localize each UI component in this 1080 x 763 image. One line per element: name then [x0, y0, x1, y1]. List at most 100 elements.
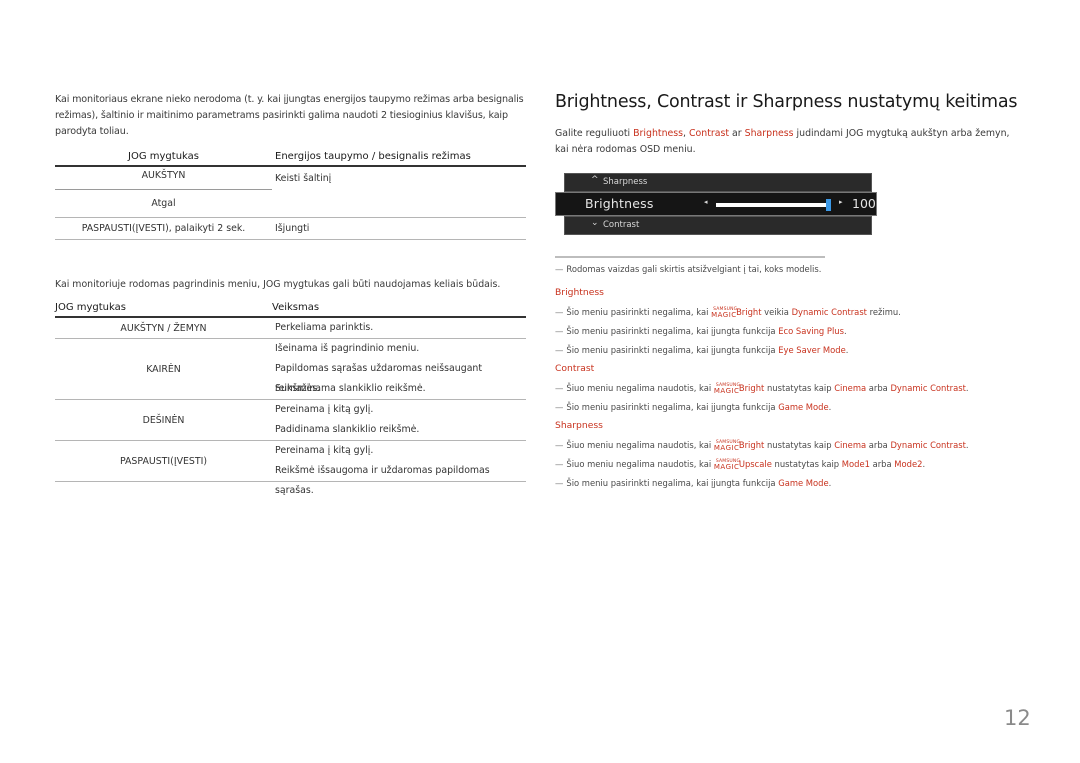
brand-feature: Upscale	[738, 459, 772, 469]
table-row: Atgal	[55, 190, 526, 218]
highlight: Cinema	[834, 383, 867, 393]
action-line: Padidinama slankiklio reikšmė.	[275, 424, 420, 435]
note-dash: —	[555, 345, 564, 355]
divider	[555, 256, 825, 258]
jog-button-cell: Atgal	[151, 198, 176, 209]
jog-button-cell: PASPAUSTI(ĮVESTI)	[119, 455, 208, 467]
item-text: Šio meniu pasirinkti negalima, kai įjung…	[566, 345, 779, 355]
action-cell: Perkeliama parinktis.	[272, 318, 526, 338]
highlight: Game Mode	[778, 402, 829, 412]
item-text: nustatytas kaip	[771, 459, 842, 469]
restriction-item: — Šio meniu pasirinkti negalima, kai įjun…	[555, 324, 1025, 343]
right-column: Brightness, Contrast ir Sharpness nustat…	[555, 92, 1025, 488]
osd-current-item[interactable]: Brightness ◂ ▸ 100	[555, 192, 877, 216]
arrow-right-icon[interactable]: ▸	[839, 198, 843, 206]
highlight: Dynamic Contrast	[791, 307, 867, 317]
osd-next-item[interactable]: ⌄ Contrast	[564, 216, 872, 235]
sharpness-section-title: Sharpness	[555, 420, 603, 431]
brightness-section-title: Brightness	[555, 287, 604, 298]
contrast-highlight: Contrast	[689, 128, 730, 139]
action-line: Papildomas sąrašas uždaromas neišsaugant…	[275, 363, 483, 394]
item-text: nustatytas kaip	[764, 383, 835, 393]
jog-button-cell: AUKŠTYN / ŽEMYN	[120, 322, 207, 334]
arrow-left-icon[interactable]: ◂	[704, 198, 708, 206]
item-text: Šio meniu pasirinkti negalima, kai įjung…	[566, 478, 779, 488]
header-jog-button: JOG mygtukas	[128, 151, 199, 162]
brightness-slider[interactable]	[716, 199, 831, 211]
note-dash: —	[555, 326, 564, 336]
table-row: AUKŠTYN / ŽEMYN Perkeliama parinktis.	[55, 318, 526, 339]
slider-knob[interactable]	[826, 199, 831, 211]
model-note: — Rodomas vaizdas gali skirtis atsižvelgi…	[555, 264, 821, 274]
action-line: Pereinama į kitą gylį.	[275, 404, 374, 415]
magic-wordmark: MAGIC	[713, 463, 740, 471]
action-cell: Išjungti	[275, 223, 310, 234]
item-text: Šiuo meniu negalima naudotis, kai	[566, 383, 714, 393]
action-line: Išeinama iš pagrindinio meniu.	[275, 343, 420, 354]
restriction-item: — Šiuo meniu negalima naudotis, kai SAMSU…	[555, 438, 1025, 457]
restriction-item: — Šio meniu pasirinkti negalima, kai SAMS…	[555, 305, 1025, 324]
item-text: arba	[869, 459, 895, 469]
osd-brightness-panel: ^ Sharpness Brightness ◂ ▸ 100 ⌄ Contras…	[555, 173, 885, 236]
action-line: Perkeliama parinktis.	[275, 322, 374, 333]
power-saving-table: JOG mygtukas Energijos taupymo / besigna…	[55, 150, 526, 240]
table-header: JOG mygtukas Veiksmas	[55, 301, 526, 318]
samsung-magic-logo: SAMSUNG MAGIC	[714, 458, 740, 471]
note-text: Rodomas vaizdas gali skirtis atsižvelgia…	[566, 264, 822, 274]
highlight: Eye Saver Mode	[778, 345, 846, 355]
sharpness-highlight: Sharpness	[744, 128, 794, 139]
section-title: Brightness, Contrast ir Sharpness nustat…	[555, 92, 1018, 112]
magic-wordmark: MAGIC	[713, 444, 740, 452]
desc-text: ar	[729, 128, 745, 139]
table-row: AUKŠTYN Keisti šaltinį	[55, 167, 526, 190]
item-text: Šio meniu pasirinkti negalima, kai	[566, 307, 712, 317]
note-dash: —	[555, 307, 564, 317]
item-text: .	[965, 383, 969, 393]
table-row: KAIRĖN Išeinama iš pagrindinio meniu. Pa…	[55, 339, 526, 400]
jog-button-cell: PASPAUSTI(ĮVESTI), palaikyti 2 sek.	[81, 223, 246, 234]
table-row: DEŠINĖN Pereinama į kitą gylį. Padidinam…	[55, 400, 526, 441]
magic-wordmark: MAGIC	[711, 311, 737, 319]
page-number: 12	[1004, 706, 1031, 730]
header-jog-button: JOG mygtukas	[55, 302, 126, 313]
desc-text: Galite reguliuoti	[555, 128, 634, 139]
item-text: .	[965, 440, 969, 450]
note-dash: —	[555, 459, 564, 469]
highlight: Game Mode	[778, 478, 829, 488]
restriction-item: — Šiuo meniu negalima naudotis, kai SAMSU…	[555, 381, 1025, 400]
note-dash: —	[555, 440, 564, 450]
chevron-down-icon: ⌄	[591, 218, 599, 228]
brand-feature: Bright	[738, 440, 765, 450]
brightness-highlight: Brightness	[633, 128, 684, 139]
item-text: .	[828, 402, 832, 412]
action-line: Pereinama į kitą gylį.	[275, 445, 374, 456]
jog-button-cell: KAIRĖN	[146, 363, 181, 375]
samsung-magic-logo: SAMSUNG MAGIC	[711, 306, 737, 319]
item-text: Šio meniu pasirinkti negalima, kai įjung…	[566, 402, 779, 412]
action-cell: Keisti šaltinį	[275, 173, 332, 184]
brand-feature: Bright	[736, 307, 762, 317]
restriction-item: — Šio meniu pasirinkti negalima, kai įjun…	[555, 343, 1025, 362]
item-text: nustatytas kaip	[764, 440, 835, 450]
highlight: Dynamic Contrast	[890, 440, 966, 450]
note-dash: —	[555, 383, 564, 393]
restriction-item: — Šio meniu pasirinkti negalima, kai įjun…	[555, 476, 1025, 495]
action-cell: Išeinama iš pagrindinio meniu. Papildoma…	[272, 339, 526, 399]
table-row: PASPAUSTI(ĮVESTI), palaikyti 2 sek. Išju…	[55, 218, 526, 240]
highlight: Mode1	[841, 459, 870, 469]
action-cell: Pereinama į kitą gylį. Padidinama slanki…	[272, 400, 526, 440]
header-power-saving-mode: Energijos taupymo / besignalis režimas	[275, 151, 471, 162]
item-text: veikia	[761, 307, 792, 317]
item-text: arba	[866, 440, 891, 450]
left-column: Kai monitoriaus ekrane nieko nerodoma (t…	[55, 92, 526, 496]
note-dash: —	[555, 478, 564, 488]
note-dash: —	[555, 264, 564, 274]
jog-button-cell: AUKŠTYN	[55, 167, 272, 190]
osd-prev-label: Sharpness	[603, 177, 648, 187]
osd-prev-item[interactable]: ^ Sharpness	[564, 173, 872, 192]
restriction-item: — Šio meniu pasirinkti negalima, kai įjun…	[555, 400, 1025, 419]
brand-feature: Bright	[738, 383, 765, 393]
item-text: arba	[866, 383, 891, 393]
header-action: Veiksmas	[272, 302, 320, 313]
contrast-section-title: Contrast	[555, 363, 595, 374]
